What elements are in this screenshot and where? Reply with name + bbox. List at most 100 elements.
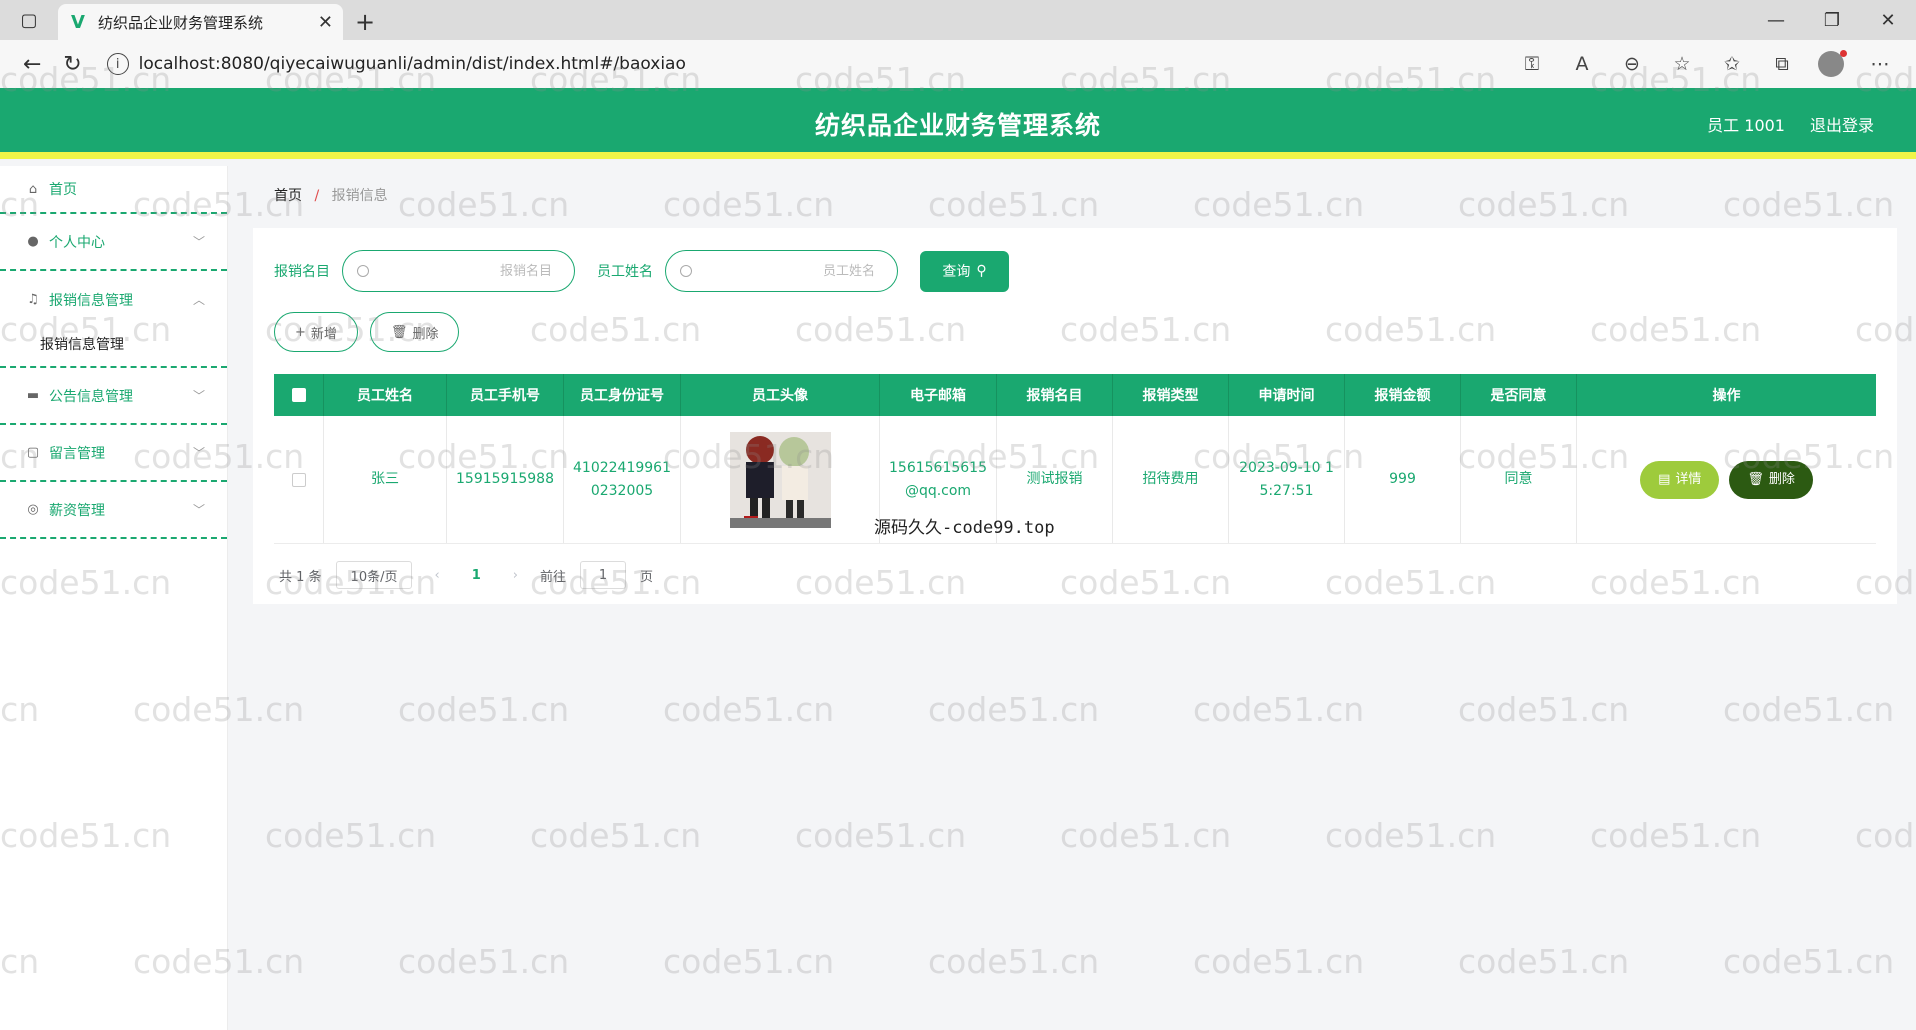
search-name-field[interactable]	[665, 250, 898, 292]
monitor-icon: ▬	[26, 388, 40, 403]
sidebar-item-profile[interactable]: ● 个人中心 ﹀	[0, 214, 227, 271]
sidebar-item-notice[interactable]: ▬ 公告信息管理 ﹀	[0, 368, 227, 425]
sidebar-item-salary[interactable]: ◎ 薪资管理 ﹀	[0, 482, 227, 539]
overlay-source-text: 源码久久-code99.top	[874, 518, 1055, 538]
trash-icon: 🗑	[1747, 472, 1764, 487]
row-checkbox[interactable]	[291, 472, 306, 487]
close-tab-icon[interactable]: ✕	[318, 12, 333, 33]
watermark-text: code51.cn	[1325, 816, 1497, 855]
query-button[interactable]: 查询 ⚲	[920, 250, 1009, 292]
bell-icon: ♫	[27, 292, 39, 307]
browser-toolbar: ⚿ A ⊖ ☆ ✩ ⧉ ⋯	[1518, 50, 1916, 77]
header-cell: 报销金额	[1345, 374, 1461, 416]
detail-button[interactable]: ▤ 详情	[1640, 460, 1720, 499]
info-icon[interactable]: i	[106, 53, 129, 75]
search-icon	[357, 265, 369, 277]
read-aloud-icon[interactable]: A	[1568, 53, 1596, 75]
user-icon: ●	[27, 234, 39, 249]
batch-delete-button[interactable]: 🗑 删除	[369, 312, 460, 352]
header-cell: 报销名目	[997, 374, 1113, 416]
header-cell: 申请时间	[1229, 374, 1345, 416]
next-page-button[interactable]: ›	[505, 568, 526, 583]
header-cell: 是否同意	[1461, 374, 1577, 416]
breadcrumb-current: 报销信息	[331, 188, 388, 204]
goto-page-input[interactable]: 1	[579, 561, 626, 589]
select-all-cell	[274, 374, 324, 416]
sidebar-item-label: 公告信息管理	[49, 388, 133, 405]
cell-id-card: 410224199610232005	[564, 416, 681, 543]
watermark-text: code51.cn	[1458, 185, 1630, 224]
cell-type: 招待费用	[1113, 416, 1229, 543]
table-header: 员工姓名 员工手机号 员工身份证号 员工头像 电子邮箱 报销名目 报销类型 申请…	[274, 374, 1876, 416]
cell-id-card-text: 410224199610232005	[573, 459, 671, 499]
current-user: 员工 1001	[1707, 116, 1785, 135]
pagination-total: 共 1 条	[279, 569, 322, 585]
reload-icon[interactable]: ↻	[52, 44, 92, 84]
chevron-down-icon: ﹀	[192, 389, 205, 403]
window-controls: — ❐ ✕	[1748, 0, 1916, 40]
logout-link[interactable]: 退出登录	[1810, 112, 1874, 136]
cell-time: 2023-09-10 15:27:51	[1229, 416, 1345, 543]
more-icon[interactable]: ⋯	[1866, 53, 1894, 75]
search-name-input[interactable]	[702, 262, 877, 280]
page-number-current[interactable]: 1	[462, 568, 491, 583]
favorites-icon[interactable]: ✩	[1718, 53, 1746, 75]
browser-tabbar: ▢ V 纺织品企业财务管理系统 ✕ + — ❐ ✕	[0, 0, 1916, 40]
cell-operations: ▤ 详情 🗑 删除	[1577, 416, 1876, 543]
cell-email-text: 15615615615@qq.com	[889, 459, 987, 499]
watermark-text: code51.cn	[530, 816, 702, 855]
watermark-text: code51.cn	[1590, 816, 1762, 855]
back-icon[interactable]: ←	[12, 44, 52, 84]
key-icon[interactable]: ⚿	[1518, 53, 1546, 75]
header-cell: 员工头像	[681, 374, 880, 416]
add-button[interactable]: + 新增	[274, 312, 358, 352]
close-window-icon[interactable]: ✕	[1860, 0, 1916, 40]
prev-page-button[interactable]: ‹	[426, 568, 447, 583]
watermark-text: code51.cn	[1723, 690, 1895, 729]
reimbursement-table: 员工姓名 员工手机号 员工身份证号 员工头像 电子邮箱 报销名目 报销类型 申请…	[274, 374, 1876, 544]
watermark-text: code51.cn	[663, 942, 835, 981]
browser-tab[interactable]: V 纺织品企业财务管理系统 ✕	[58, 4, 343, 40]
sidebar-item-messages[interactable]: ▢ 留言管理 ﹀	[0, 425, 227, 482]
watermark-text: code51.cn	[1193, 185, 1365, 224]
url-field[interactable]: i localhost:8080/qiyecaiwuguanli/admin/d…	[106, 44, 1518, 84]
restore-icon[interactable]: ❐	[1804, 0, 1860, 40]
sidebar-item-home[interactable]: ⌂ 首页	[0, 166, 227, 214]
collections-icon[interactable]: ⧉	[1768, 53, 1796, 75]
select-all-checkbox[interactable]	[291, 388, 306, 402]
breadcrumb-separator: /	[314, 188, 320, 204]
page-size-select[interactable]: 10条/页	[335, 561, 413, 589]
url-text[interactable]: localhost:8080/qiyecaiwuguanli/admin/dis…	[139, 54, 686, 74]
favorite-add-icon[interactable]: ☆	[1668, 53, 1696, 75]
new-tab-icon[interactable]: +	[343, 4, 387, 40]
search-item-input[interactable]	[379, 262, 554, 280]
watermark-text: code51.cn	[663, 185, 835, 224]
watermark-text: code51.cn	[398, 185, 570, 224]
sidebar-item-label: 薪资管理	[49, 502, 105, 519]
search-item-field[interactable]	[342, 250, 575, 292]
sidebar: ⌂ 首页 ● 个人中心 ﹀ ♫ 报销信息管理 ︿ 报销信息管理 ▬ 公告信息管理…	[0, 166, 228, 1030]
cell-avatar	[681, 416, 880, 543]
chevron-down-icon: ﹀	[192, 235, 205, 249]
vue-favicon-icon: V	[71, 11, 85, 33]
delete-button[interactable]: 🗑 删除	[1729, 460, 1813, 499]
document-icon: ▤	[1658, 472, 1671, 487]
watermark-text: code51.cn	[398, 690, 570, 729]
sidebar-item-label: 报销信息管理	[49, 292, 133, 309]
zoom-icon[interactable]: ⊖	[1618, 53, 1646, 75]
sidebar-subitem-reimbursement[interactable]: 报销信息管理	[0, 328, 227, 366]
minimize-icon[interactable]: —	[1748, 0, 1804, 40]
delete-button-label: 删除	[1768, 472, 1795, 487]
cell-phone: 15915915988	[447, 416, 564, 543]
breadcrumb-home[interactable]: 首页	[274, 188, 302, 204]
sidebar-item-reimbursement[interactable]: ♫ 报销信息管理 ︿	[0, 271, 227, 328]
header-cell: 员工手机号	[447, 374, 564, 416]
employee-avatar	[729, 431, 831, 528]
header-cell: 操作	[1712, 388, 1741, 404]
app-title: 纺织品企业财务管理系统	[814, 111, 1101, 140]
tab-actions-icon[interactable]: ▢	[0, 0, 58, 40]
sidebar-item-label: 个人中心	[49, 234, 105, 251]
watermark-text: code51.cn	[928, 185, 1100, 224]
content-panel: 报销名目 员工姓名 查询 ⚲ + 新增 🗑 删除 员工姓名 员工手机号 员	[253, 228, 1897, 604]
profile-avatar-icon[interactable]	[1818, 50, 1847, 77]
